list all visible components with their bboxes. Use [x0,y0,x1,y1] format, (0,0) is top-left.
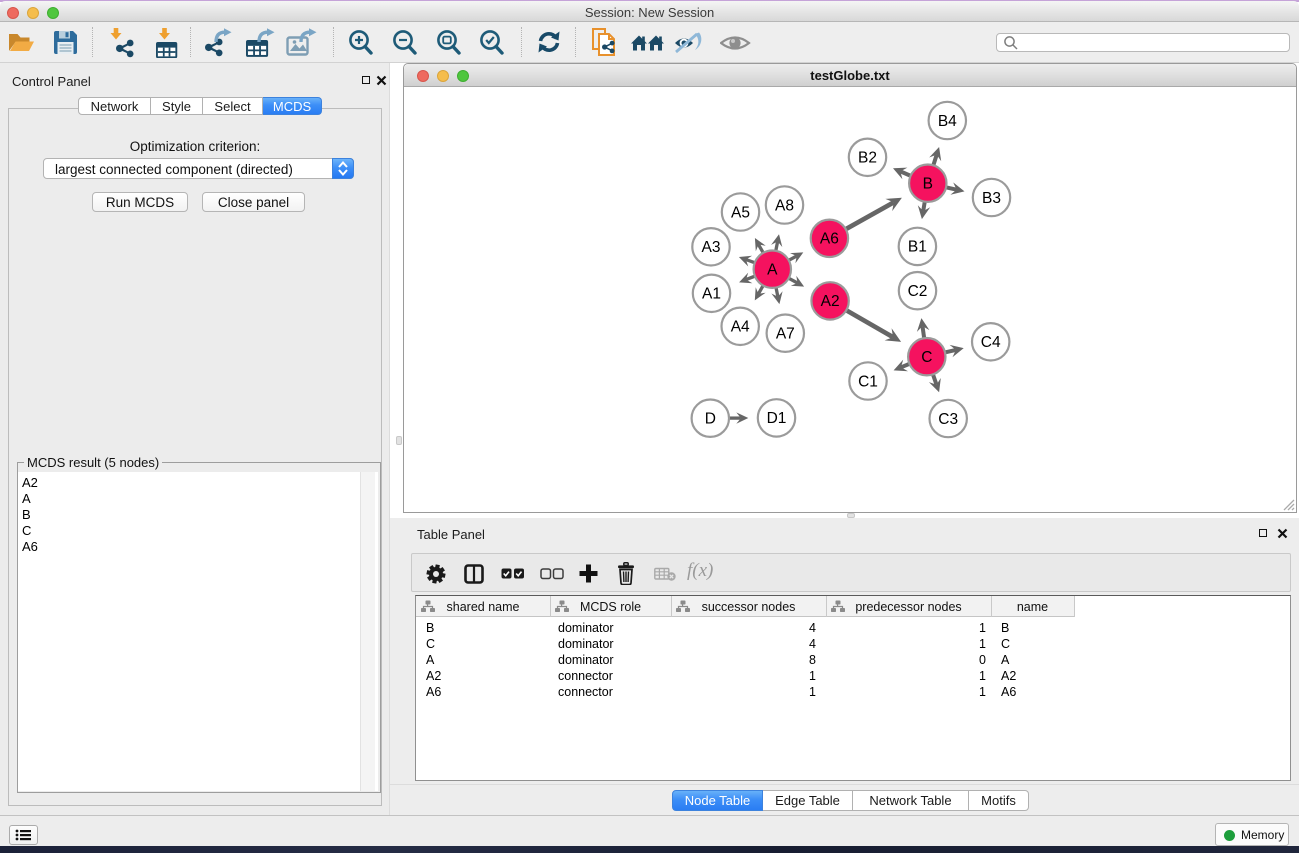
svg-text:C1: C1 [858,373,878,390]
svg-text:D: D [705,411,716,428]
svg-text:C3: C3 [938,411,958,428]
svg-text:A3: A3 [702,239,721,256]
svg-text:C: C [921,349,932,366]
svg-text:B4: B4 [938,113,957,130]
svg-text:D1: D1 [767,410,787,427]
svg-text:B1: B1 [908,239,927,256]
svg-text:A8: A8 [775,197,794,214]
svg-text:C4: C4 [981,334,1001,351]
svg-text:A5: A5 [731,204,750,221]
svg-text:A2: A2 [821,293,840,310]
svg-text:B: B [923,176,933,193]
svg-text:B2: B2 [858,150,877,167]
svg-text:A: A [767,262,778,279]
svg-text:B3: B3 [982,190,1001,207]
svg-text:A7: A7 [776,326,795,343]
svg-text:A6: A6 [820,231,839,248]
svg-text:A1: A1 [702,286,721,303]
svg-text:C2: C2 [908,283,928,300]
svg-text:A4: A4 [731,319,750,336]
